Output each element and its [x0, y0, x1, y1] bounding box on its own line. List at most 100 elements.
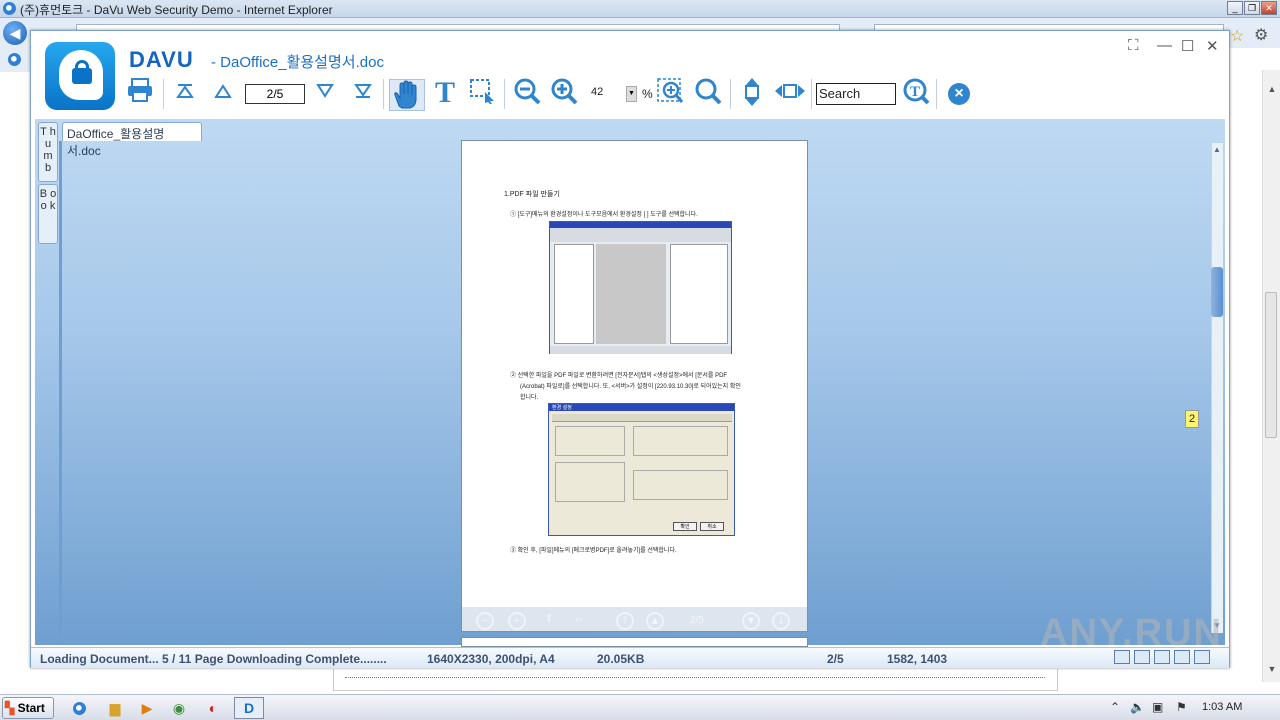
close-icon[interactable]: × [948, 83, 970, 105]
document-title: - DaOffice_활용설명서.doc [211, 54, 384, 71]
shot1-panel [596, 244, 666, 344]
toolbar-separator [811, 79, 812, 109]
prev-page-icon[interactable] [211, 77, 235, 109]
network-icon[interactable]: ▣ [1152, 700, 1163, 714]
tab-book[interactable]: B o o k [38, 184, 58, 244]
zoom-out-icon[interactable] [512, 77, 542, 109]
document-vertical-scrollbar[interactable] [1211, 143, 1223, 633]
media-player-icon[interactable]: ▶ [132, 697, 162, 719]
background-divider [345, 677, 1045, 678]
first-page-icon[interactable] [173, 77, 197, 109]
page-first-icon[interactable]: ⤒ [616, 612, 634, 630]
ie-taskbar-icon[interactable] [64, 697, 94, 719]
opera-icon[interactable]: ◐ [198, 697, 228, 719]
document-workarea: T h u m b B o o k DaOffice_활용설명서.doc 1.P… [35, 119, 1225, 647]
page-number-input[interactable]: 2/5 [245, 84, 305, 104]
viewer-minimize-icon[interactable]: — [1157, 37, 1172, 54]
side-tabs: T h u m b B o o k [38, 122, 58, 244]
status-loading: Loading Document... 5 / 11 Page Download… [40, 652, 387, 666]
next-document-page [461, 637, 808, 647]
page-floating-toolbar: − + ⇕ ⇔ ⤒ ▲ 2/5 ▼ ⤓ [462, 607, 807, 632]
shot1-toolbar [550, 228, 731, 242]
zoom-percent-label: % [642, 87, 653, 101]
page-last-icon[interactable]: ⤓ [772, 612, 790, 630]
page-next-icon[interactable]: ▼ [742, 612, 760, 630]
gear-icon[interactable]: ⚙ [1254, 25, 1268, 45]
viewer-maximize-icon[interactable]: ☐ [1181, 37, 1194, 55]
scroll-down-icon[interactable]: ▼ [1263, 664, 1280, 674]
shot1-list [670, 244, 728, 344]
screenshot-image-2: 환경 설정 확인 취소 [548, 403, 735, 536]
page-zoom-in-icon[interactable]: + [508, 612, 526, 630]
ie-scroll-thumb[interactable] [1265, 292, 1277, 438]
hand-tool-button[interactable] [389, 79, 425, 111]
status-page: 2/5 [827, 652, 844, 666]
doc-step2a: ② 선택한 파일을 PDF 파일로 변환하려면 [전자문서]탭의 <생성설정>에… [510, 373, 728, 379]
davu-taskbar-icon[interactable]: D [234, 697, 264, 719]
fullscreen-icon[interactable]: ⛶ [1128, 37, 1139, 54]
select-tool-icon[interactable] [467, 77, 497, 109]
start-button[interactable]: ▚ Start [2, 697, 54, 719]
dialog-title: 환경 설정 [552, 405, 572, 411]
status-coordinates: 1582, 1403 [887, 652, 948, 666]
tab-thumb[interactable]: T h u m b [38, 122, 58, 182]
search-input[interactable]: Search [816, 83, 896, 105]
shot2-group-4 [633, 470, 728, 500]
favorites-star-icon[interactable]: ☆ [1230, 26, 1244, 46]
davu-logo [45, 42, 115, 110]
lock-icon [72, 68, 92, 84]
dialog-cancel: 취소 [700, 522, 724, 531]
zoom-in-icon[interactable] [549, 77, 579, 109]
tray-expand-icon[interactable]: ⌃ [1110, 700, 1120, 714]
status-resolution: 1640X2330, 200dpi, A4 [427, 652, 555, 666]
search-zoom-icon[interactable] [693, 77, 723, 109]
toolbar-separator [383, 79, 384, 109]
zoom-fit-icon[interactable] [655, 77, 685, 109]
windows-logo-icon: ▚ [5, 701, 15, 715]
minimize-button[interactable]: _ [1227, 1, 1243, 15]
window-close-button[interactable]: ✕ [1261, 1, 1277, 15]
page-prev-icon[interactable]: ▲ [646, 612, 664, 630]
watermark: ANY.RUN [1040, 612, 1223, 654]
volume-icon[interactable]: 🔈 [1130, 700, 1145, 714]
svg-text:T: T [910, 84, 920, 100]
page-zoom-out-icon[interactable]: − [476, 612, 494, 630]
scroll-up-icon[interactable]: ▲ [1263, 84, 1280, 94]
davu-viewer: DAVU - DaOffice_활용설명서.doc ⛶ — ☐ ✕ 2/5 T … [30, 30, 1230, 668]
shot2-group-1 [555, 426, 625, 456]
viewer-close-icon[interactable]: ✕ [1206, 37, 1219, 55]
folder-icon[interactable]: ▆ [100, 697, 130, 719]
doc-step3: ③ 확인 후, [파일]메뉴의 [메크로병PDF]로 올려놓기]를 선택합니다. [510, 548, 677, 554]
doc-step2c: 합니다. [520, 395, 539, 401]
last-page-icon[interactable] [351, 77, 375, 109]
start-label: Start [17, 701, 45, 715]
search-text-icon[interactable]: T [901, 77, 931, 109]
print-icon[interactable] [125, 77, 155, 109]
status-filesize: 20.05KB [597, 652, 645, 666]
chrome-icon[interactable]: ◉ [164, 697, 194, 719]
text-tool-icon[interactable]: T [431, 77, 459, 109]
flag-icon[interactable]: ⚑ [1176, 700, 1187, 714]
page-fit-width-icon[interactable]: ⇔ [570, 612, 588, 630]
document-scroll-thumb[interactable] [1211, 267, 1223, 317]
back-button[interactable]: ◀ [3, 21, 27, 45]
background-page [333, 669, 1058, 691]
ie-logo-icon [3, 2, 16, 15]
ie-page-icon [8, 53, 21, 66]
doc-scroll-up-icon[interactable]: ▲ [1211, 145, 1223, 154]
fit-width-icon[interactable] [773, 77, 807, 109]
dialog-ok: 확인 [673, 522, 697, 531]
chevron-down-icon[interactable]: ▼ [626, 86, 637, 102]
window-title: (주)휴먼토크 - DaVu Web Security Demo - Inter… [20, 3, 333, 17]
screenshot-image-1 [549, 221, 732, 354]
page-fit-height-icon[interactable]: ⇕ [540, 612, 558, 630]
shot2-group-2 [633, 426, 728, 456]
next-page-icon[interactable] [313, 77, 337, 109]
fit-height-icon[interactable] [737, 77, 767, 109]
document-page: 1.PDF 파일 만들기 ① [도구]메뉴의 환경설정이나 도구모음에서 환경설… [461, 140, 808, 632]
restore-button[interactable]: ❐ [1244, 1, 1260, 15]
doc-step1: ① [도구]메뉴의 환경설정이나 도구모음에서 환경설정 [ ] 도구를 선택합… [510, 212, 698, 218]
toolbar-separator [163, 79, 164, 109]
document-tab[interactable]: DaOffice_활용설명서.doc [62, 122, 202, 158]
favorites-bar [0, 48, 30, 72]
